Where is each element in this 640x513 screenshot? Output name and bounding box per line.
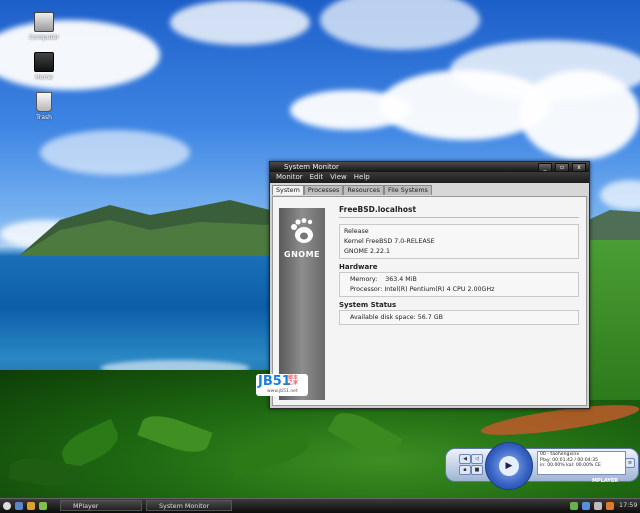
launcher-terminal-icon[interactable] <box>15 502 23 510</box>
menu-edit[interactable]: Edit <box>310 172 324 183</box>
tray-volume-icon[interactable] <box>594 502 602 510</box>
clock[interactable]: 17:59 <box>619 501 637 510</box>
watermark-logo: JB51 <box>258 374 291 389</box>
tab-processes[interactable]: Processes <box>303 185 344 195</box>
trash-icon <box>36 92 52 112</box>
gnome-logo-text: GNOME <box>284 250 320 259</box>
gnome-version: GNOME 2.22.1 <box>344 248 390 255</box>
task-label: MPlayer <box>73 502 99 510</box>
close-button[interactable]: x <box>572 163 586 172</box>
desktop-icon-label: Trash <box>36 114 52 121</box>
hardware-box: Memory: 363.4 MiB Processor: Intel(R) Pe… <box>339 272 579 297</box>
jb51-watermark: JB51 脚本 之家 www.jb51.net <box>256 374 308 396</box>
processor-info: Processor: Intel(R) Pentium(R) 4 CPU 2.0… <box>350 286 495 293</box>
window-title: System Monitor <box>284 163 339 171</box>
memory-info: Memory: 363.4 MiB <box>350 276 417 283</box>
taskbar: MPlayer System Monitor 17:59 <box>0 498 640 513</box>
disk-space-info: Available disk space: 56.7 GB <box>350 314 443 321</box>
release-label: Release <box>344 228 369 235</box>
menu-help[interactable]: Help <box>354 172 370 183</box>
desktop-icon-computer[interactable]: Computer <box>24 12 64 41</box>
hardware-heading: Hardware <box>339 263 378 271</box>
release-box: Release Kernel FreeBSD 7.0-RELEASE GNOME… <box>339 224 579 259</box>
desktop-icon-label: Computer <box>29 34 59 41</box>
home-folder-icon <box>34 52 54 72</box>
mp-open-button[interactable]: ▪ <box>459 465 471 475</box>
mp-rewind-button[interactable]: ◁ <box>471 454 483 464</box>
mplayer-skin: ◀ ◁ ▪ ■ ▶ 00 - taohengxinx Play: 00:01:4… <box>445 442 639 490</box>
minimize-button[interactable]: _ <box>538 163 552 172</box>
task-mplayer[interactable]: MPlayer <box>60 500 142 511</box>
tab-resources[interactable]: Resources <box>343 185 384 195</box>
launcher-browser-icon[interactable] <box>27 502 35 510</box>
computer-icon <box>34 12 54 32</box>
status-box: Available disk space: 56.7 GB <box>339 310 579 325</box>
desktop-icon-home[interactable]: Home <box>24 52 64 81</box>
mp-menu-button[interactable]: ≡ <box>625 458 635 468</box>
play-icon[interactable]: ▶ <box>499 456 519 476</box>
desktop-icon-trash[interactable]: Trash <box>24 92 64 121</box>
tab-system[interactable]: System <box>272 185 304 195</box>
menu-launcher-icon[interactable] <box>3 502 11 510</box>
mp-display: 00 - taohengxinx Play: 00:01:42 / 00:04:… <box>537 451 626 475</box>
tray-network-icon[interactable] <box>570 502 578 510</box>
system-tab-pane: GNOME FreeBSD.localhost Release Kernel F… <box>272 196 587 406</box>
window-titlebar[interactable]: System Monitor _ ▫ x <box>270 162 589 172</box>
launcher-files-icon[interactable] <box>39 502 47 510</box>
mp-play-disc[interactable]: ▶ <box>485 442 533 490</box>
gnome-logo-panel: GNOME <box>279 208 325 400</box>
kernel-version: Kernel FreeBSD 7.0-RELEASE <box>344 238 435 245</box>
menu-monitor[interactable]: Monitor <box>276 172 303 183</box>
system-monitor-window: System Monitor _ ▫ x Monitor Edit View H… <box>269 161 590 409</box>
maximize-button[interactable]: ▫ <box>555 163 569 172</box>
gnome-foot-icon <box>291 218 313 243</box>
mp-prev-button[interactable]: ◀ <box>459 454 471 464</box>
mp-status: in: 00.00% kal: 00.00% CE <box>540 463 601 468</box>
menu-view[interactable]: View <box>330 172 347 183</box>
hostname: FreeBSD.localhost <box>339 205 579 218</box>
watermark-url: www.jb51.net <box>267 389 298 394</box>
task-system-monitor[interactable]: System Monitor <box>146 500 232 511</box>
system-status-heading: System Status <box>339 301 397 309</box>
hillside <box>588 240 640 400</box>
menubar: Monitor Edit View Help <box>270 172 589 183</box>
system-info: FreeBSD.localhost Release Kernel FreeBSD… <box>339 205 579 329</box>
tab-file-systems[interactable]: File Systems <box>384 185 432 195</box>
desktop-icon-label: Home <box>35 74 53 81</box>
task-label: System Monitor <box>159 502 210 510</box>
mp-stop-button[interactable]: ■ <box>471 465 483 475</box>
tray-update-icon[interactable] <box>582 502 590 510</box>
mp-brand: MPLAYER <box>592 478 619 484</box>
watermark-cn: 脚本 之家 <box>288 375 299 386</box>
tray-app-icon[interactable] <box>606 502 614 510</box>
tab-bar: System Processes Resources File Systems <box>270 183 589 196</box>
